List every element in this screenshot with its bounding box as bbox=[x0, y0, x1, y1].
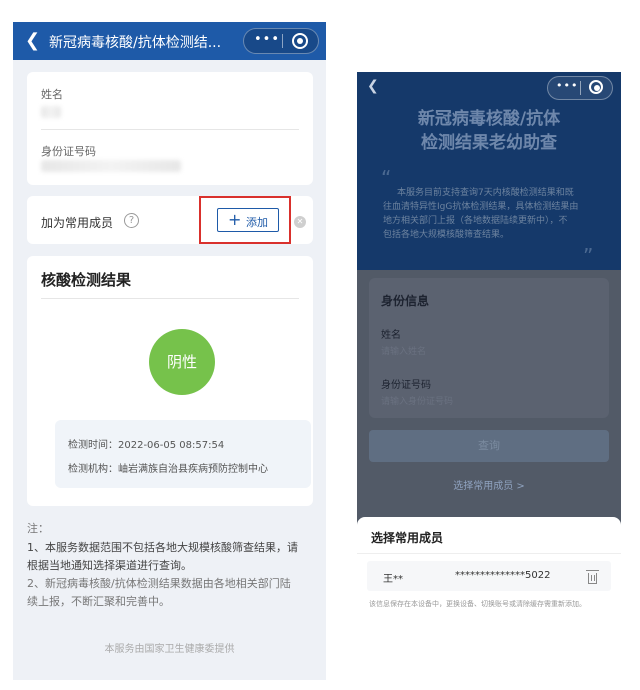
nav-bar: ❮ ••• bbox=[357, 72, 621, 104]
result-card: 核酸检测结果 阴性 检测时间：2022-06-05 08:57:54 检测机构：… bbox=[27, 256, 313, 506]
banner-desc: 地方相关部门上报（各地数据陆续更新中），不 bbox=[383, 216, 568, 226]
banner-title: 检测结果老幼助查 bbox=[421, 133, 557, 153]
id-number-input[interactable]: 请输入身份证号码 bbox=[381, 394, 453, 407]
right-phone-screen: ❮ ••• 新冠病毒核酸/抗体 检测结果老幼助查 “ 本服务目前支持查询7天内核… bbox=[357, 72, 621, 616]
trash-icon[interactable] bbox=[586, 570, 599, 584]
chevron-left-icon[interactable]: ❮ bbox=[25, 30, 40, 51]
quote-open-icon: “ bbox=[381, 166, 392, 190]
name-label: 姓名 bbox=[41, 88, 63, 101]
nav-bar: ❮ 新冠病毒核酸/抗体检测结... ••• bbox=[13, 22, 326, 60]
banner: 新冠病毒核酸/抗体 检测结果老幼助查 “ 本服务目前支持查询7天内核酸检测结果和… bbox=[357, 104, 621, 270]
id-number-value-blurred bbox=[41, 160, 181, 172]
identity-card: 身份信息 姓名 请输入姓名 身份证号码 请输入身份证号码 bbox=[369, 278, 609, 418]
note-line: 根据当地通知选择渠道进行查询。 bbox=[27, 559, 192, 572]
chevron-left-icon[interactable]: ❮ bbox=[367, 78, 379, 94]
id-number-label: 身份证号码 bbox=[381, 380, 431, 391]
mini-program-capsule: ••• bbox=[243, 28, 319, 54]
add-member-button[interactable]: + 添加 bbox=[217, 208, 279, 232]
member-id: **************5022 bbox=[455, 570, 551, 581]
banner-desc: 包括各地大规模核酸筛查结果。 bbox=[383, 230, 510, 240]
plus-icon: + bbox=[228, 210, 242, 229]
result-info-box: 检测时间：2022-06-05 08:57:54 检测机构：岫岩满族自治县疾病预… bbox=[55, 420, 311, 488]
left-phone-screen: ❮ 新冠病毒核酸/抗体检测结... ••• 姓名 身份证号码 加为常用成员 ? … bbox=[13, 22, 326, 680]
select-member-link[interactable]: 选择常用成员 > bbox=[357, 477, 621, 492]
name-label: 姓名 bbox=[381, 330, 401, 341]
name-value-blurred bbox=[41, 106, 61, 118]
quote-close-icon: ” bbox=[583, 244, 594, 268]
mini-program-capsule: ••• bbox=[547, 76, 613, 100]
id-number-label: 身份证号码 bbox=[41, 145, 96, 158]
more-dots-icon[interactable]: ••• bbox=[556, 79, 578, 92]
query-button[interactable]: 查询 bbox=[369, 430, 609, 462]
banner-desc: 本服务目前支持查询7天内核酸检测结果和既 bbox=[397, 188, 574, 198]
question-icon[interactable]: ? bbox=[124, 213, 139, 228]
member-row[interactable]: 王** **************5022 bbox=[367, 561, 611, 591]
banner-desc: 往血清特异性IgG抗体检测结果，具体检测结果由 bbox=[383, 202, 579, 212]
sheet-note: 该信息保存在本设备中，更换设备、切换账号或清除缓存需重新添加。 bbox=[369, 600, 586, 608]
provider-footer: 本服务由国家卫生健康委提供 bbox=[104, 644, 235, 655]
identity-title: 身份信息 bbox=[381, 294, 430, 308]
note-line: 续上报，不断汇聚和完善中。 bbox=[27, 595, 170, 608]
member-name: 王** bbox=[383, 574, 403, 585]
test-time: 检测时间：2022-06-05 08:57:54 bbox=[68, 440, 225, 451]
result-title: 核酸检测结果 bbox=[41, 271, 132, 289]
add-member-label: 加为常用成员 bbox=[41, 216, 114, 230]
note-title: 注： bbox=[27, 522, 49, 535]
close-icon[interactable]: ✕ bbox=[294, 216, 306, 228]
more-dots-icon[interactable]: ••• bbox=[254, 32, 280, 47]
target-circle-icon[interactable] bbox=[589, 80, 603, 94]
page-title: 新冠病毒核酸/抗体检测结... bbox=[49, 35, 222, 51]
test-org: 检测机构：岫岩满族自治县疾病预防控制中心 bbox=[68, 464, 268, 475]
sheet-title: 选择常用成员 bbox=[371, 531, 444, 545]
note-line: 1、本服务数据范围不包括各地大规模核酸筛查结果，请 bbox=[27, 541, 298, 554]
common-member-row: 加为常用成员 ? + 添加 ✕ bbox=[27, 196, 313, 244]
result-status-badge: 阴性 bbox=[149, 329, 215, 395]
member-picker-sheet: 选择常用成员 王** **************5022 该信息保存在本设备中… bbox=[357, 517, 621, 616]
identity-form-card: 姓名 身份证号码 bbox=[27, 72, 313, 185]
note-line: 2、新冠病毒核酸/抗体检测结果数据由各地相关部门陆 bbox=[27, 577, 291, 590]
name-input[interactable]: 请输入姓名 bbox=[381, 344, 426, 357]
banner-title: 新冠病毒核酸/抗体 bbox=[417, 109, 561, 129]
target-circle-icon[interactable] bbox=[292, 33, 308, 49]
